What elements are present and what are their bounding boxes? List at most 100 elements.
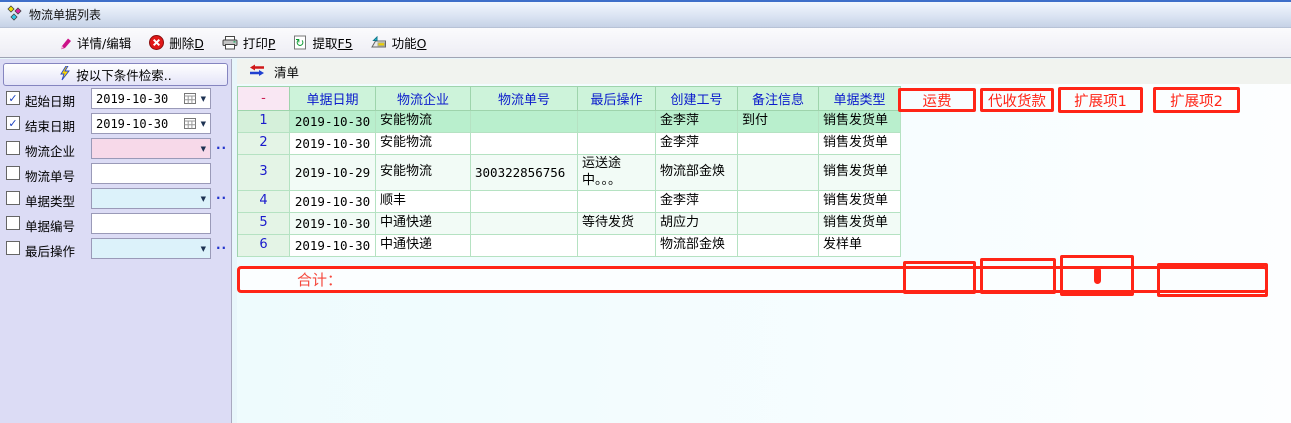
toolbar-button-details-edit[interactable]: 详情/编辑 xyxy=(55,30,135,55)
search-button-label: 按以下条件检索.. xyxy=(76,65,171,84)
table-row-3[interactable]: 32019-10-29安能物流300322856756运送途中。。。物流部金焕销… xyxy=(238,155,901,191)
start-date-label: 起始日期 xyxy=(25,91,75,110)
toolbar-button-delete[interactable]: 删除D xyxy=(145,30,208,55)
column-header-3[interactable]: 物流单号 xyxy=(471,87,578,111)
filter-row-start-date: ✓ 起始日期 2019-10-30 ▼ xyxy=(0,88,232,109)
table-row-4[interactable]: 42019-10-30顺丰金李萍销售发货单 xyxy=(238,191,901,213)
table-row-2[interactable]: 22019-10-30安能物流金李萍销售发货单 xyxy=(238,133,901,155)
start-date-date-picker[interactable]: 2019-10-30 ▼ xyxy=(91,88,211,109)
toolbar-button-label: 打印P xyxy=(243,33,276,52)
column-header-2[interactable]: 物流企业 xyxy=(376,87,471,111)
cell xyxy=(738,191,819,213)
main-area: 清单 -单据日期物流企业物流单号最后操作创建工号备注信息单据类型12019-10… xyxy=(237,59,1291,423)
cell: 金李萍 xyxy=(656,191,738,213)
last-operation-more-button[interactable]: .. xyxy=(216,238,227,252)
extra-column-annotation-3: 扩展项1 xyxy=(1058,87,1143,113)
doc-type-more-button[interactable]: .. xyxy=(216,188,227,202)
pen-icon xyxy=(59,36,72,50)
calendar-icon[interactable] xyxy=(184,93,196,104)
chevron-down-icon[interactable]: ▼ xyxy=(197,195,210,203)
cell: 2019-10-30 xyxy=(290,235,376,257)
swap-arrows-icon xyxy=(249,64,265,80)
last-operation-checkbox[interactable] xyxy=(6,241,20,255)
filter-row-logistics-company: 物流企业 ▼.. xyxy=(0,138,232,159)
cell xyxy=(578,111,656,133)
app-icon xyxy=(7,5,23,24)
column-header-0[interactable]: - xyxy=(238,87,290,111)
chevron-down-icon[interactable]: ▼ xyxy=(197,95,210,103)
printer-icon xyxy=(222,36,238,50)
totals-cod-cell xyxy=(980,258,1056,294)
cell xyxy=(471,191,578,213)
doc-number-checkbox[interactable] xyxy=(6,216,20,230)
cell: 销售发货单 xyxy=(819,191,901,213)
cell: 销售发货单 xyxy=(819,133,901,155)
doc-type-checkbox[interactable] xyxy=(6,191,20,205)
filter-row-doc-type: 单据类型 ▼.. xyxy=(0,188,232,209)
table-row-1[interactable]: 12019-10-30安能物流金李萍到付销售发货单 xyxy=(238,111,901,133)
extra-column-annotation-2: 代收货款 xyxy=(980,88,1054,112)
cell: 等待发货 xyxy=(578,213,656,235)
cell xyxy=(471,133,578,155)
start-date-checkbox[interactable]: ✓ xyxy=(6,91,20,105)
logistics-company-label: 物流企业 xyxy=(25,141,75,160)
cell: 2019-10-30 xyxy=(290,213,376,235)
list-panel-title: 清单 xyxy=(274,62,299,81)
extra-column-annotation-4: 扩展项2 xyxy=(1153,87,1240,113)
column-header-7[interactable]: 单据类型 xyxy=(819,87,901,111)
column-header-6[interactable]: 备注信息 xyxy=(738,87,819,111)
filter-sidebar: 按以下条件检索.. ✓起始日期2019-10-30▼✓结束日期2019-10-3… xyxy=(0,59,232,423)
toolbar-button-print[interactable]: 打印P xyxy=(218,30,280,55)
last-operation-select[interactable]: ▼ xyxy=(91,238,211,259)
cell xyxy=(578,191,656,213)
logistics-company-checkbox[interactable] xyxy=(6,141,20,155)
chevron-down-icon[interactable]: ▼ xyxy=(197,245,210,253)
cell xyxy=(738,235,819,257)
cell: 1 xyxy=(238,111,290,133)
cell: 物流部金焕 xyxy=(656,155,738,191)
logistics-company-select[interactable]: ▼ xyxy=(91,138,211,159)
column-header-5[interactable]: 创建工号 xyxy=(656,87,738,111)
extra-column-label: 代收货款 xyxy=(988,90,1046,111)
cell: 金李萍 xyxy=(656,133,738,155)
cell xyxy=(738,213,819,235)
extra-column-annotation-1: 运费 xyxy=(898,88,976,112)
logistics-number-input[interactable] xyxy=(91,163,211,184)
cell: 2019-10-29 xyxy=(290,155,376,191)
logistics-company-more-button[interactable]: .. xyxy=(216,138,227,152)
logistics-number-label: 物流单号 xyxy=(25,166,75,185)
window-title: 物流单据列表 xyxy=(29,6,101,23)
chevron-down-icon[interactable]: ▼ xyxy=(197,120,210,128)
search-by-conditions-button[interactable]: 按以下条件检索.. xyxy=(3,63,228,86)
column-header-1[interactable]: 单据日期 xyxy=(290,87,376,111)
toolbar-button-label: 提取F5 xyxy=(312,33,352,52)
calendar-icon[interactable] xyxy=(184,118,196,129)
doc-number-input[interactable] xyxy=(91,213,211,234)
chevron-down-icon[interactable]: ▼ xyxy=(197,145,210,153)
doc-type-select[interactable]: ▼ xyxy=(91,188,211,209)
extra-column-label: 扩展项1 xyxy=(1074,90,1127,111)
toolbar-button-function[interactable]: 功能O xyxy=(367,30,431,55)
cell: 2019-10-30 xyxy=(290,111,376,133)
table-row-6[interactable]: 62019-10-30中通快递物流部金焕发样单 xyxy=(238,235,901,257)
start-date-value: 2019-10-30 xyxy=(92,92,184,106)
doc-type-label: 单据类型 xyxy=(25,191,75,210)
end-date-date-picker[interactable]: 2019-10-30 ▼ xyxy=(91,113,211,134)
logistics-number-checkbox[interactable] xyxy=(6,166,20,180)
cell: 2019-10-30 xyxy=(290,133,376,155)
totals-ext1-cell xyxy=(1060,255,1134,296)
toolbar-button-extract[interactable]: ↻提取F5 xyxy=(289,30,356,55)
extra-column-label: 扩展项2 xyxy=(1170,90,1223,111)
table-row-5[interactable]: 52019-10-30中通快递等待发货胡应力销售发货单 xyxy=(238,213,901,235)
cell xyxy=(471,213,578,235)
cell: 300322856756 xyxy=(471,155,578,191)
column-header-4[interactable]: 最后操作 xyxy=(578,87,656,111)
toolbar-button-label: 功能O xyxy=(392,33,427,52)
end-date-checkbox[interactable]: ✓ xyxy=(6,116,20,130)
cell: 发样单 xyxy=(819,235,901,257)
delete-icon xyxy=(149,35,164,50)
end-date-value: 2019-10-30 xyxy=(92,117,184,131)
filter-row-logistics-number: 物流单号 xyxy=(0,163,232,184)
cell: 安能物流 xyxy=(376,133,471,155)
cell: 中通快递 xyxy=(376,235,471,257)
